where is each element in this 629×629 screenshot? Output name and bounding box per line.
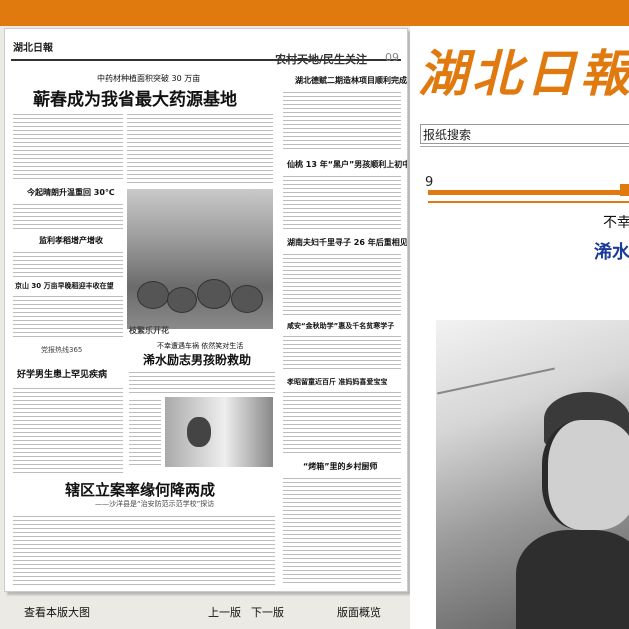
article-headline[interactable]: 孝昭留童近百斤 准妈妈喜爱宝宝: [287, 377, 387, 387]
article-body-text: [13, 249, 123, 277]
article-body-text: [283, 173, 401, 231]
article-headline[interactable]: 湖北德赋二期造林项目顺利完成: [295, 75, 407, 86]
article-body-text: [283, 89, 401, 151]
article-body-text: [13, 513, 275, 585]
hotline-label: 党报热线365: [41, 346, 83, 354]
article-body-text: [129, 369, 275, 393]
article-headline[interactable]: 辖区立案率缘何降两成: [65, 479, 215, 500]
article-subtitle: 不幸: [603, 215, 629, 231]
article-body-text: [129, 397, 161, 467]
top-brand-bar: [0, 0, 629, 26]
page-overview-link[interactable]: 版面概览: [337, 604, 381, 620]
article-headline[interactable]: 咸安“金秋助学”惠及千名贫寒学子: [287, 321, 394, 331]
article-body-text: [283, 389, 401, 455]
article-headline[interactable]: 京山 30 万亩早晚稻迎丰收在望: [15, 281, 114, 291]
article-headline[interactable]: 浠水励志男孩盼救助: [143, 351, 251, 368]
article-photo-watermelon: [127, 189, 273, 329]
article-headline[interactable]: 仙桃 13 年“黑户”男孩顺利上初中: [287, 159, 407, 170]
page-number: 09: [385, 51, 399, 64]
article-title-link[interactable]: 浠水: [594, 238, 629, 264]
view-large-link[interactable]: 查看本版大图: [24, 604, 90, 620]
page-indicator: 9: [425, 175, 434, 190]
article-photo-boy: [165, 397, 273, 467]
orange-rule: [428, 184, 629, 196]
article-body-text: [127, 111, 273, 185]
photo-caption: 枝繁乐开花: [129, 326, 169, 335]
article-kicker: 中药材种植面积突破 30 万亩: [97, 74, 201, 83]
site-logo[interactable]: 湖北日報: [418, 34, 629, 106]
article-headline[interactable]: 湖南夫妇千里寻子 26 年后重相见: [287, 237, 407, 248]
article-headline[interactable]: 好学男生患上罕见疾病: [17, 367, 107, 380]
article-body-text: [13, 293, 123, 337]
orange-rule-thin: [428, 201, 629, 203]
article-photo: [436, 320, 629, 629]
article-subtitle: ——沙洋县是“治安防范示范学校”探访: [95, 500, 215, 508]
page-section-name: 农村天地/民生关注: [274, 53, 367, 66]
article-headline[interactable]: 今起晴朗升温重回 30℃: [27, 187, 115, 198]
article-headline[interactable]: 蕲春成为我省最大药源基地: [33, 85, 237, 110]
newspaper-search-link[interactable]: 报纸搜索: [420, 124, 629, 144]
article-body-text: [283, 333, 401, 371]
prev-page-link[interactable]: 上一版: [208, 604, 241, 620]
next-page-link[interactable]: 下一版: [251, 604, 284, 620]
article-body-text: [283, 475, 401, 585]
paper-masthead: 湖北日報: [13, 43, 53, 54]
article-body-text: [13, 111, 123, 181]
article-body-text: [13, 385, 123, 473]
article-headline[interactable]: 监利孝稻增产增收: [39, 235, 103, 246]
article-kicker: 不幸遭遇车祸 依然笑对生活: [157, 342, 244, 350]
article-headline[interactable]: “烤箱”里的乡村厨师: [303, 461, 378, 472]
article-body-text: [283, 251, 401, 315]
article-body-text: [13, 201, 123, 231]
divider: [420, 146, 629, 147]
newspaper-page-image[interactable]: 湖北日報 农村天地/民生关注 09 中药材种植面积突破 30 万亩 蕲春成为我省…: [4, 28, 408, 592]
